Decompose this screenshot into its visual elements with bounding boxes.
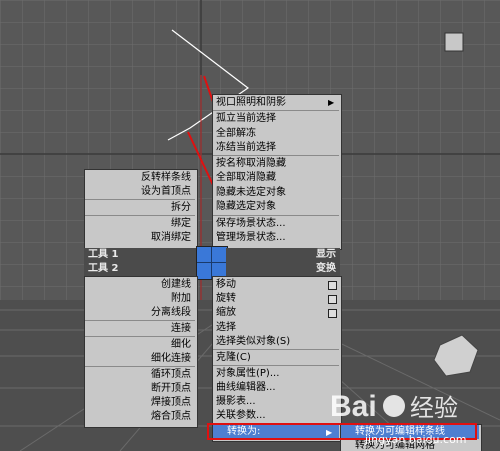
menu-item-refine-connect[interactable]: 细化连接	[85, 352, 195, 366]
menu-item-object-properties[interactable]: 对象属性(P)...	[213, 367, 339, 381]
menu-item-rotate[interactable]: 旋转	[213, 292, 339, 306]
menu-item-unfreeze-all[interactable]: 全部解冻	[213, 127, 339, 141]
menu-item-dope-sheet[interactable]: 摄影表...	[213, 395, 339, 409]
menu-item-attach[interactable]: 附加	[85, 292, 195, 306]
menu-item-weld-vertices[interactable]: 焊接顶点	[85, 396, 195, 410]
viewcube-icon	[444, 32, 464, 52]
menu-item-isolate-selection[interactable]: 孤立当前选择	[213, 112, 339, 126]
menu-item-move[interactable]: 移动	[213, 278, 339, 292]
menu-item-clone[interactable]: 克隆(C)	[213, 351, 339, 365]
svg-text:经验: 经验	[410, 394, 458, 422]
svg-text:Bai: Bai	[330, 390, 377, 423]
header-display: 显示	[226, 248, 340, 262]
menu-item-curve-editor[interactable]: 曲线编辑器...	[213, 381, 339, 395]
menu-item-create-line[interactable]: 创建线	[85, 278, 195, 292]
header-tools-1: 工具 1	[84, 248, 196, 262]
submenu-arrow-icon: ▶	[328, 98, 335, 107]
menu-item-select-similar[interactable]: 选择类似对象(S)	[213, 335, 339, 349]
viewport-perspective[interactable]: 视口照明和阴影 ▶ 孤立当前选择 全部解冻 冻结当前选择 按名称取消隐藏 全部取…	[0, 0, 500, 451]
menu-item-detach-segment[interactable]: 分离线段	[85, 306, 195, 320]
menu-item-scale[interactable]: 缩放	[213, 306, 339, 320]
baidu-jingyan-logo: Bai 经验	[330, 384, 470, 432]
menu-item-hide-unselected[interactable]: 隐藏未选定对象	[213, 186, 339, 200]
menu-item-unhide-all[interactable]: 全部取消隐藏	[213, 171, 339, 185]
settings-box-icon[interactable]	[328, 281, 337, 290]
menu-item-freeze-selection[interactable]: 冻结当前选择	[213, 141, 339, 155]
menu-item-viewport-lighting[interactable]: 视口照明和阴影	[213, 96, 339, 110]
menu-item-refine[interactable]: 细化	[85, 338, 195, 352]
menu-item-unhide-by-name[interactable]: 按名称取消隐藏	[213, 157, 339, 171]
menu-item-cycle-vertices[interactable]: 循环顶点	[85, 368, 195, 382]
menu-item-unbind[interactable]: 取消绑定	[85, 231, 195, 245]
menu-item-make-first-vertex[interactable]: 设为首顶点	[85, 185, 195, 199]
menu-item-manage-scene-states[interactable]: 管理场景状态...	[213, 231, 339, 245]
quad-center-icon[interactable]	[196, 246, 228, 280]
header-tools-2: 工具 2	[84, 262, 196, 276]
menu-item-reverse-spline[interactable]: 反转样条线	[85, 171, 195, 185]
settings-box-icon[interactable]	[328, 309, 337, 318]
menu-item-fuse-vertices[interactable]: 熔合顶点	[85, 410, 195, 424]
watermark-url: jingyan.baidu.com	[365, 433, 467, 446]
menu-item-select[interactable]: 选择	[213, 321, 339, 335]
menu-item-divide[interactable]: 拆分	[85, 201, 195, 215]
menu-item-wire-parameters[interactable]: 关联参数...	[213, 409, 339, 423]
menu-item-hide-selection[interactable]: 隐藏选定对象	[213, 200, 339, 214]
menu-item-bind[interactable]: 绑定	[85, 217, 195, 231]
menu-item-save-scene-state[interactable]: 保存场景状态...	[213, 217, 339, 231]
menu-item-break-vertices[interactable]: 断开顶点	[85, 382, 195, 396]
settings-box-icon[interactable]	[328, 295, 337, 304]
menu-item-connect[interactable]: 连接	[85, 322, 195, 336]
header-transform: 变换	[226, 262, 340, 276]
